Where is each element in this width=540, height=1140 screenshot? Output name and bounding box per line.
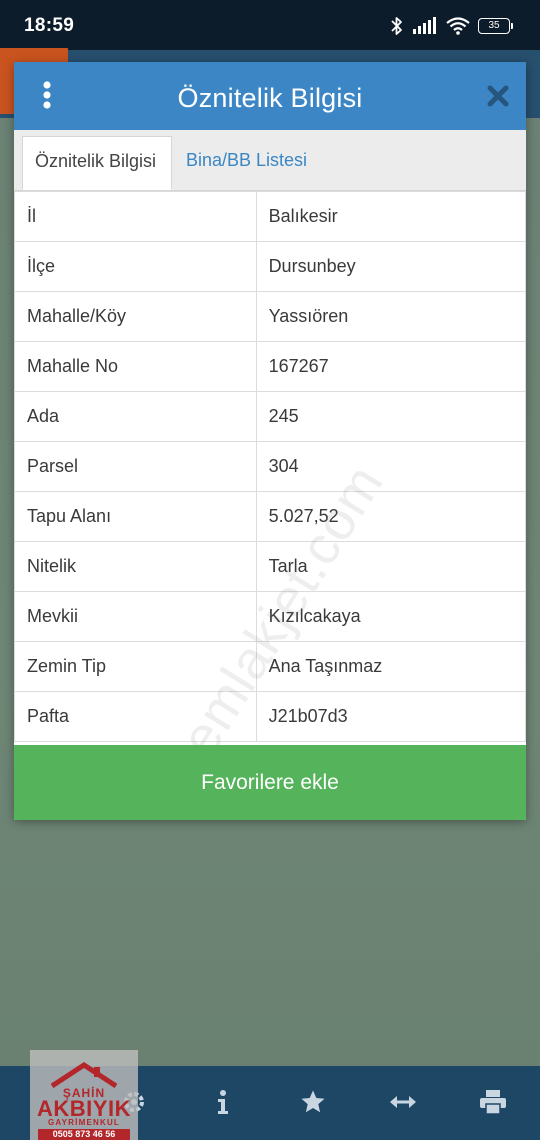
- table-row: Pafta J21b07d3: [14, 691, 527, 742]
- attribute-value: Dursunbey: [255, 241, 527, 292]
- dialog-title: Öznitelik Bilgisi: [177, 83, 363, 113]
- logo-phone: 0505 873 46 56: [38, 1129, 130, 1140]
- attribute-key: Mevkii: [14, 591, 257, 642]
- attribute-value: 304: [255, 441, 527, 492]
- close-icon[interactable]: [486, 84, 510, 108]
- table-row: Parsel 304: [14, 441, 527, 492]
- attribute-value: Tarla: [255, 541, 527, 592]
- status-bar: 18:59 35: [0, 0, 540, 50]
- attribute-value: 245: [255, 391, 527, 442]
- house-roof-icon: [50, 1062, 118, 1088]
- tab-building-list[interactable]: Bina/BB Listesi: [174, 136, 319, 190]
- tab-bar: Öznitelik Bilgisi Bina/BB Listesi: [14, 130, 526, 191]
- star-icon[interactable]: [297, 1086, 329, 1118]
- attribute-value: Ana Taşınmaz: [255, 641, 527, 692]
- print-icon[interactable]: [477, 1086, 509, 1118]
- attribute-key: İlçe: [14, 241, 257, 292]
- attribute-key: Pafta: [14, 691, 257, 742]
- attribute-value: 167267: [255, 341, 527, 392]
- add-favorite-button[interactable]: Favorilere ekle: [14, 745, 526, 820]
- table-row: Zemin Tip Ana Taşınmaz: [14, 641, 527, 692]
- info-icon[interactable]: [207, 1086, 239, 1118]
- wifi-icon: [446, 17, 470, 35]
- table-row: Mevkii Kızılcakaya: [14, 591, 527, 642]
- attribute-key: Ada: [14, 391, 257, 442]
- dialog-header: Öznitelik Bilgisi: [14, 62, 526, 130]
- attribute-key: Tapu Alanı: [14, 491, 257, 542]
- attribute-dialog: Öznitelik Bilgisi Öznitelik Bilgisi Bina…: [14, 62, 527, 820]
- table-row: Mahalle No 167267: [14, 341, 527, 392]
- agency-logo: ŞAHİN AKBIYIK GAYRİMENKUL 0505 873 46 56: [30, 1050, 138, 1140]
- attribute-value: Yassıören: [255, 291, 527, 342]
- measure-icon[interactable]: [387, 1086, 419, 1118]
- attribute-value: Kızılcakaya: [255, 591, 527, 642]
- table-row: Ada 245: [14, 391, 527, 442]
- attribute-key: Zemin Tip: [14, 641, 257, 692]
- table-row: İl Balıkesir: [14, 191, 527, 242]
- table-row: Tapu Alanı 5.027,52: [14, 491, 527, 542]
- attribute-value: Balıkesir: [255, 191, 527, 242]
- table-row: İlçe Dursunbey: [14, 241, 527, 292]
- attribute-value: 5.027,52: [255, 491, 527, 542]
- table-row: Mahalle/Köy Yassıören: [14, 291, 527, 342]
- status-time: 18:59: [24, 15, 75, 36]
- attribute-key: Mahalle No: [14, 341, 257, 392]
- attribute-key: Mahalle/Köy: [14, 291, 257, 342]
- attribute-key: Parsel: [14, 441, 257, 492]
- battery-icon: 35: [478, 18, 513, 34]
- attribute-key: İl: [14, 191, 257, 242]
- attribute-key: Nitelik: [14, 541, 257, 592]
- table-row: Nitelik Tarla: [14, 541, 527, 592]
- attribute-value: J21b07d3: [255, 691, 527, 742]
- status-icons: 35: [390, 14, 513, 38]
- attribute-table: İl Balıkesir İlçe Dursunbey Mahalle/Köy Yassı…: [14, 191, 527, 742]
- signal-icon: [412, 17, 438, 35]
- tab-attribute-info[interactable]: Öznitelik Bilgisi: [22, 136, 172, 190]
- logo-sub-text: GAYRİMENKUL: [47, 1118, 121, 1127]
- bluetooth-icon: [390, 16, 404, 36]
